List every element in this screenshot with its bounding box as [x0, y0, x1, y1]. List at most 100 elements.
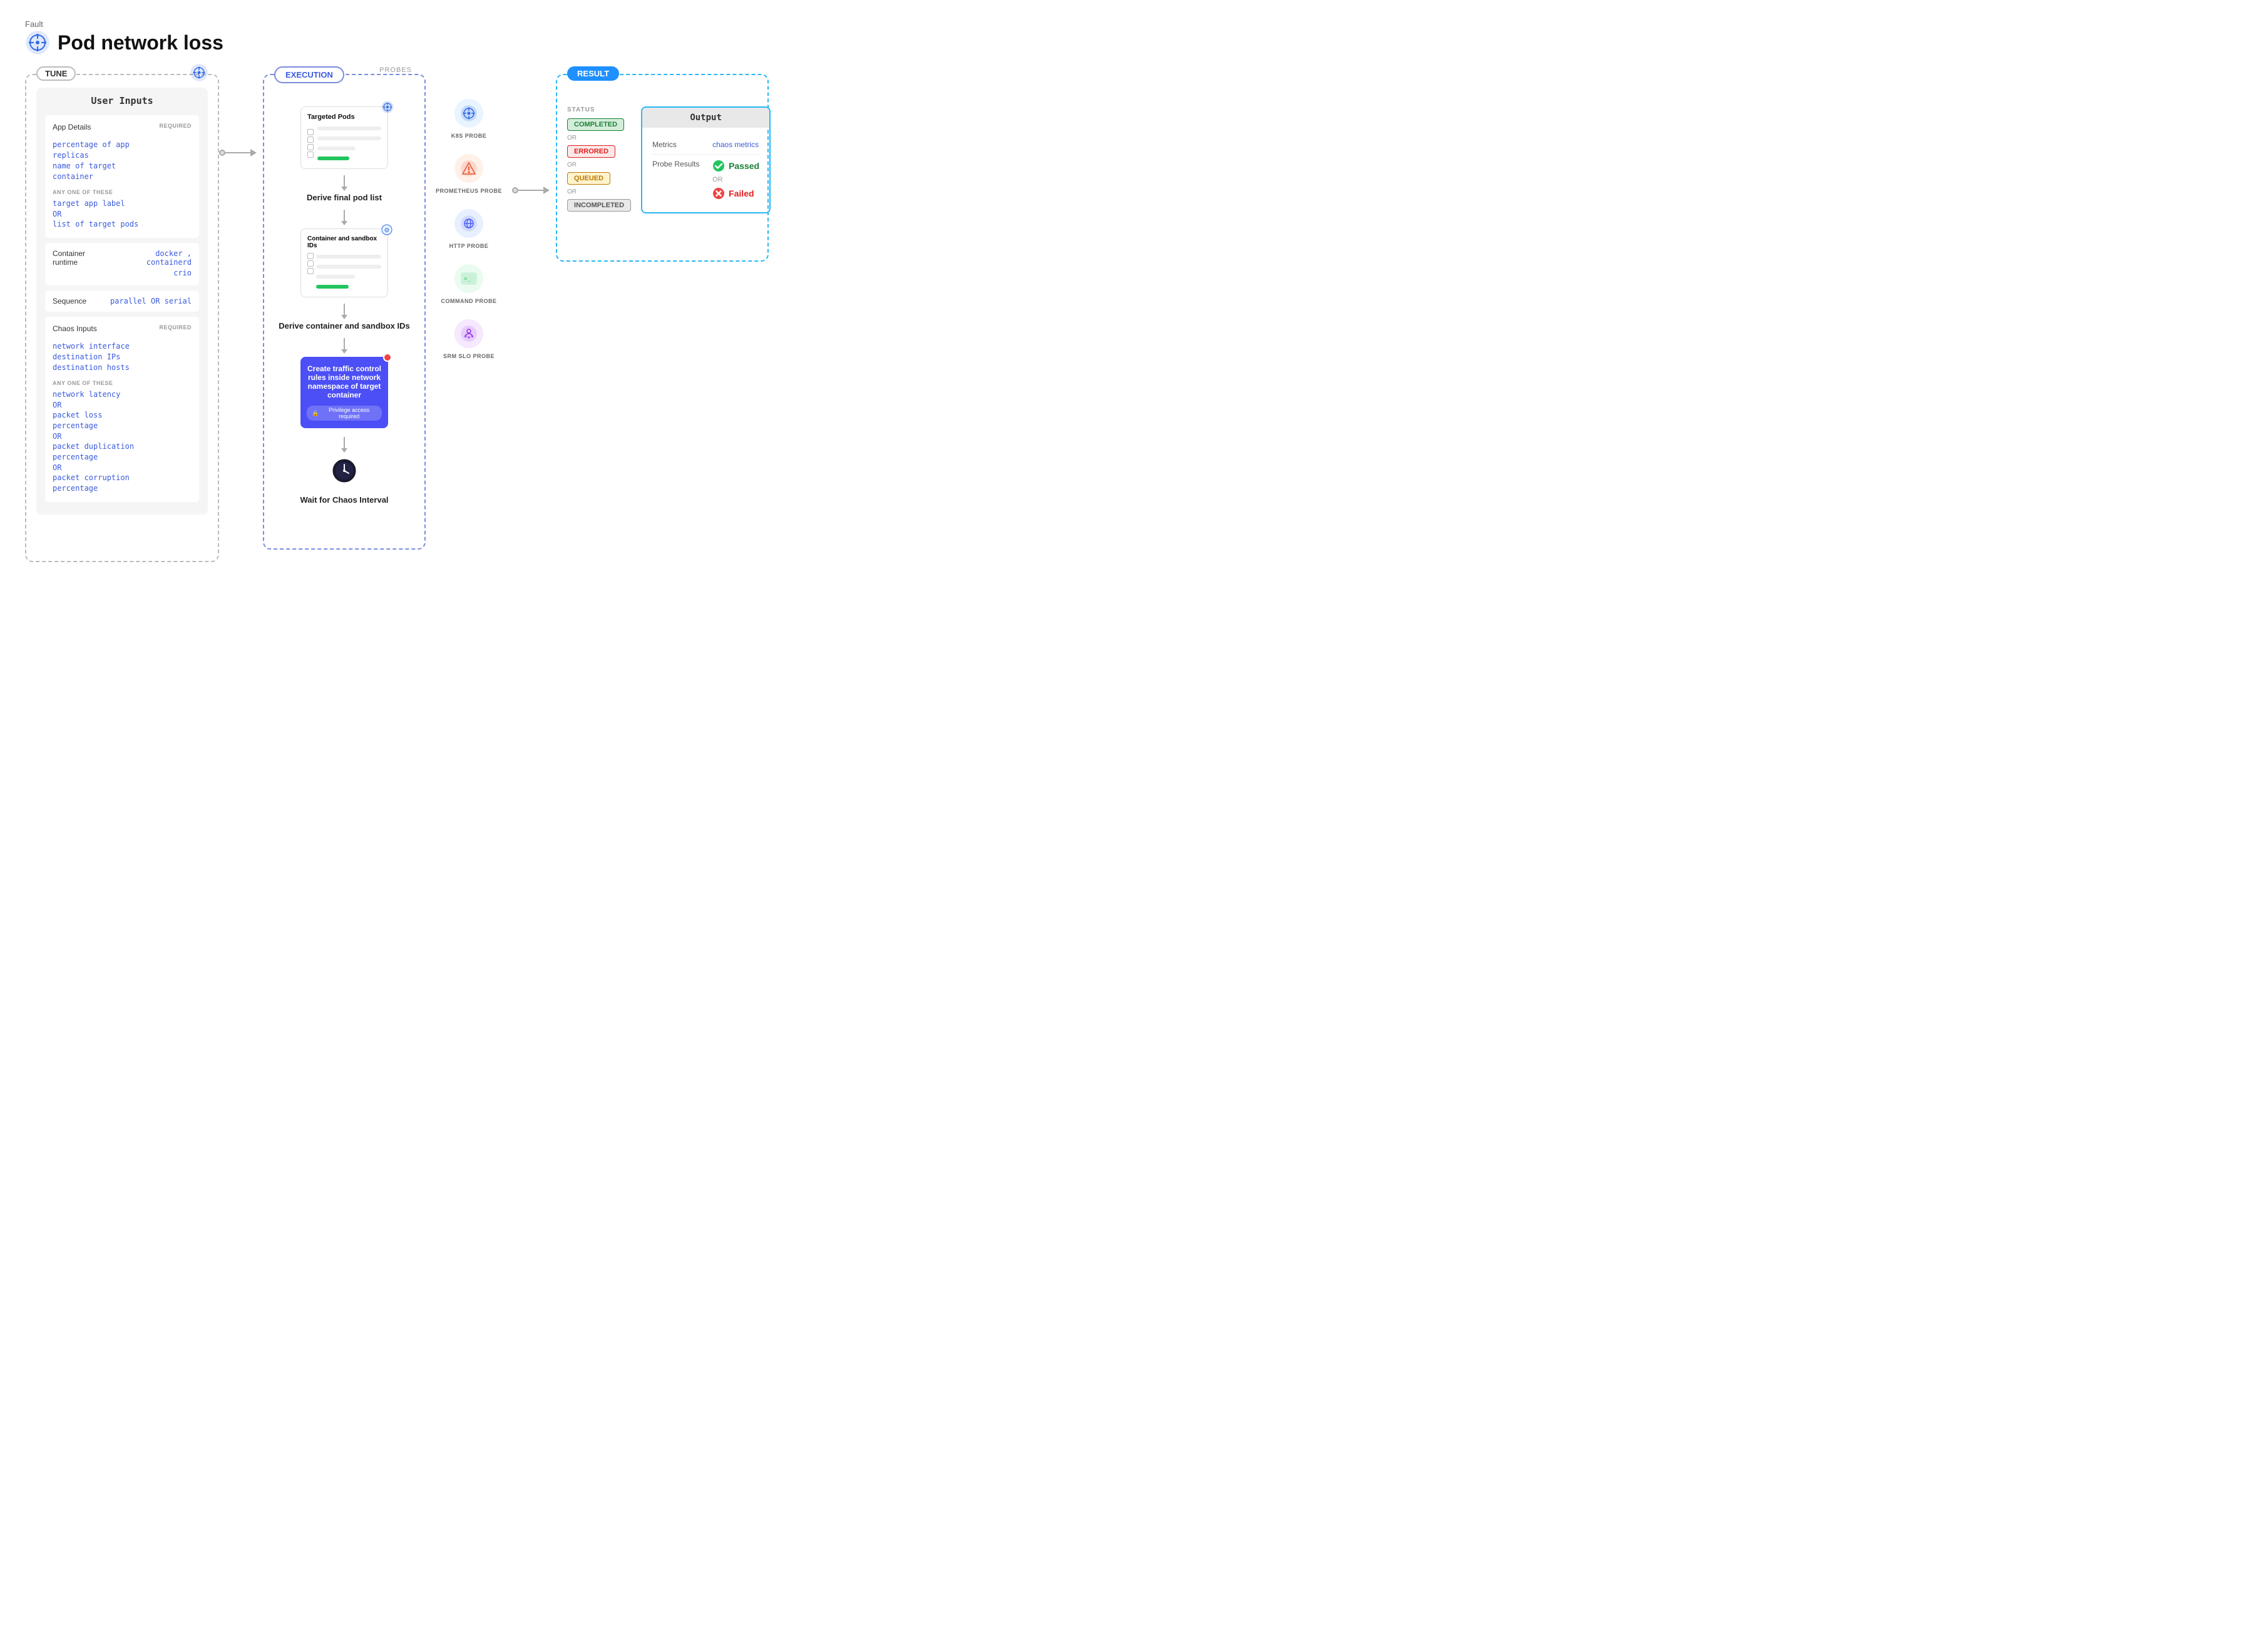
metrics-value: chaos metrics: [712, 140, 759, 149]
sequence-label: Sequence: [53, 297, 86, 305]
user-inputs-card: User Inputs App Details REQUIRED percent…: [36, 88, 208, 515]
prometheus-probe-icon: [454, 154, 483, 183]
sandbox-check-2: [307, 260, 314, 267]
execution-to-result-arrow: [512, 187, 550, 194]
arrow-head: [250, 149, 257, 156]
check-1: [307, 129, 314, 135]
result-inner: STATUS COMPLETED OR ERRORED OR QUEUED OR…: [567, 106, 757, 213]
app-item-4: container: [53, 172, 192, 181]
arrow-line: [225, 152, 250, 153]
chaos-inputs-label: Chaos Inputs: [53, 324, 97, 333]
check-2: [307, 136, 314, 143]
probes-column: K8S PROBE PROMETHEUS PROBE: [426, 74, 512, 384]
sandbox-line-1: [316, 255, 381, 259]
down-arrow-2: [344, 210, 345, 222]
sandbox-line-2: [316, 265, 381, 269]
or-2: OR: [53, 401, 192, 409]
output-card-container: Output Metrics chaos metrics Probe Resul…: [641, 106, 771, 213]
app-item-2: replicas: [53, 151, 192, 160]
command-probe-icon: >_: [454, 264, 483, 293]
srm-probe-icon: [454, 319, 483, 348]
result-badge: RESULT: [567, 66, 619, 81]
any-one-label-2: ANY ONE OF THESE: [53, 380, 192, 386]
srm-probe-label: SRM SLO PROBE: [443, 353, 495, 359]
chaos-any-4b: percentage: [53, 484, 192, 493]
sandbox-card-title: Container and sandbox IDs: [307, 235, 381, 249]
main-flow: TUNE User Inputs App Detai: [25, 74, 2226, 562]
or-4: OR: [53, 463, 192, 472]
red-dot: [383, 353, 392, 362]
app-details-group: App Details REQUIRED percentage of app r…: [45, 115, 199, 238]
kubernetes-icon: [25, 30, 50, 55]
execution-section: EXECUTION PROBES: [263, 74, 426, 550]
sequence-group: Sequence parallel OR serial: [45, 290, 199, 312]
chaos-item-2: destination IPs: [53, 352, 192, 361]
svg-text:>_: >_: [464, 276, 471, 282]
result-status-column: STATUS COMPLETED OR ERRORED OR QUEUED OR…: [567, 106, 631, 213]
container-runtime-label: Container runtime: [53, 249, 110, 267]
probe-results-row: Probe Results Passed OR: [652, 155, 759, 205]
clock-container: Wait for Chaos Interval: [300, 458, 388, 505]
chaos-any-4: packet corruption: [53, 473, 192, 482]
result-section: RESULT STATUS COMPLETED OR ERRORED OR QU…: [556, 74, 769, 262]
metrics-label: Metrics: [652, 140, 702, 149]
http-probe-icon: [454, 209, 483, 238]
status-badges: COMPLETED OR ERRORED OR QUEUED OR INCOMP…: [567, 118, 631, 212]
tune-section: TUNE User Inputs App Detai: [25, 74, 219, 562]
or-1: OR: [53, 210, 192, 218]
sandbox-card: ⚙ Container and sandbox IDs: [300, 228, 388, 297]
metrics-row: Metrics chaos metrics: [652, 135, 759, 155]
prometheus-probe-label: PROMETHEUS PROBE: [436, 188, 502, 194]
target-app-label: target app label: [53, 199, 192, 208]
user-inputs-title: User Inputs: [45, 95, 199, 106]
lock-icon: 🔒: [312, 410, 319, 417]
page-title-container: Pod network loss: [25, 30, 2226, 55]
traffic-card: Create traffic control rules inside netw…: [300, 357, 388, 428]
tune-to-execution-arrow: [219, 149, 257, 156]
chaos-any-3: packet duplication: [53, 442, 192, 451]
main-title: Pod network loss: [58, 31, 223, 54]
chaos-any-2: packet loss: [53, 411, 192, 419]
down-arrow-5: [344, 437, 345, 449]
tune-badge: TUNE: [36, 66, 76, 81]
down-arrow-3: [344, 304, 345, 316]
targeted-pods-title: Targeted Pods: [307, 113, 381, 121]
k8s-probe-label: K8S PROBE: [451, 133, 487, 139]
exec-flow: Targeted Pods: [274, 106, 414, 512]
probe-srm: SRM SLO PROBE: [436, 319, 502, 359]
or-status-2: OR: [567, 162, 631, 168]
probe-command: >_ COMMAND PROBE: [436, 264, 502, 304]
or-probe-results: OR: [712, 176, 759, 183]
output-title: Output: [642, 108, 769, 128]
output-card: Output Metrics chaos metrics Probe Resul…: [641, 106, 771, 213]
list-target-pods: list of target pods: [53, 220, 192, 228]
down-arrow-4: [344, 338, 345, 351]
probe-prometheus: PROMETHEUS PROBE: [436, 154, 502, 194]
container-runtime-value-1: docker , containerd: [110, 249, 192, 267]
step4-container: Wait for Chaos Interval: [300, 437, 388, 510]
probe-results-label: Probe Results: [652, 160, 702, 168]
status-completed: COMPLETED: [567, 118, 624, 131]
fault-label: Fault: [25, 19, 2226, 30]
app-details-label: App Details: [53, 123, 91, 131]
step2-label-container: Derive container and sandbox IDs: [279, 304, 410, 336]
passed-result: Passed: [712, 160, 759, 172]
passed-label: Passed: [729, 161, 759, 171]
chaos-required-label: REQUIRED: [159, 324, 192, 331]
k8s-probe-icon: [454, 99, 483, 128]
result-arrow-head: [543, 187, 550, 194]
card-line-3: [317, 146, 356, 150]
chaos-any-1: network latency: [53, 390, 192, 399]
step4-label: Wait for Chaos Interval: [300, 495, 388, 505]
required-label: REQUIRED: [159, 123, 192, 129]
app-item-3: name of target: [53, 162, 192, 170]
arrow-circle-start: [219, 150, 225, 156]
chaos-item-3: destination hosts: [53, 363, 192, 372]
status-errored: ERRORED: [567, 145, 615, 158]
chaos-any-3b: percentage: [53, 453, 192, 461]
check-3: [307, 144, 314, 150]
step1-label: Derive final pod list: [307, 193, 382, 202]
http-probe-label: HTTP PROBE: [449, 243, 489, 249]
result-arrow-circle: [512, 187, 518, 193]
status-title: STATUS: [567, 106, 631, 113]
